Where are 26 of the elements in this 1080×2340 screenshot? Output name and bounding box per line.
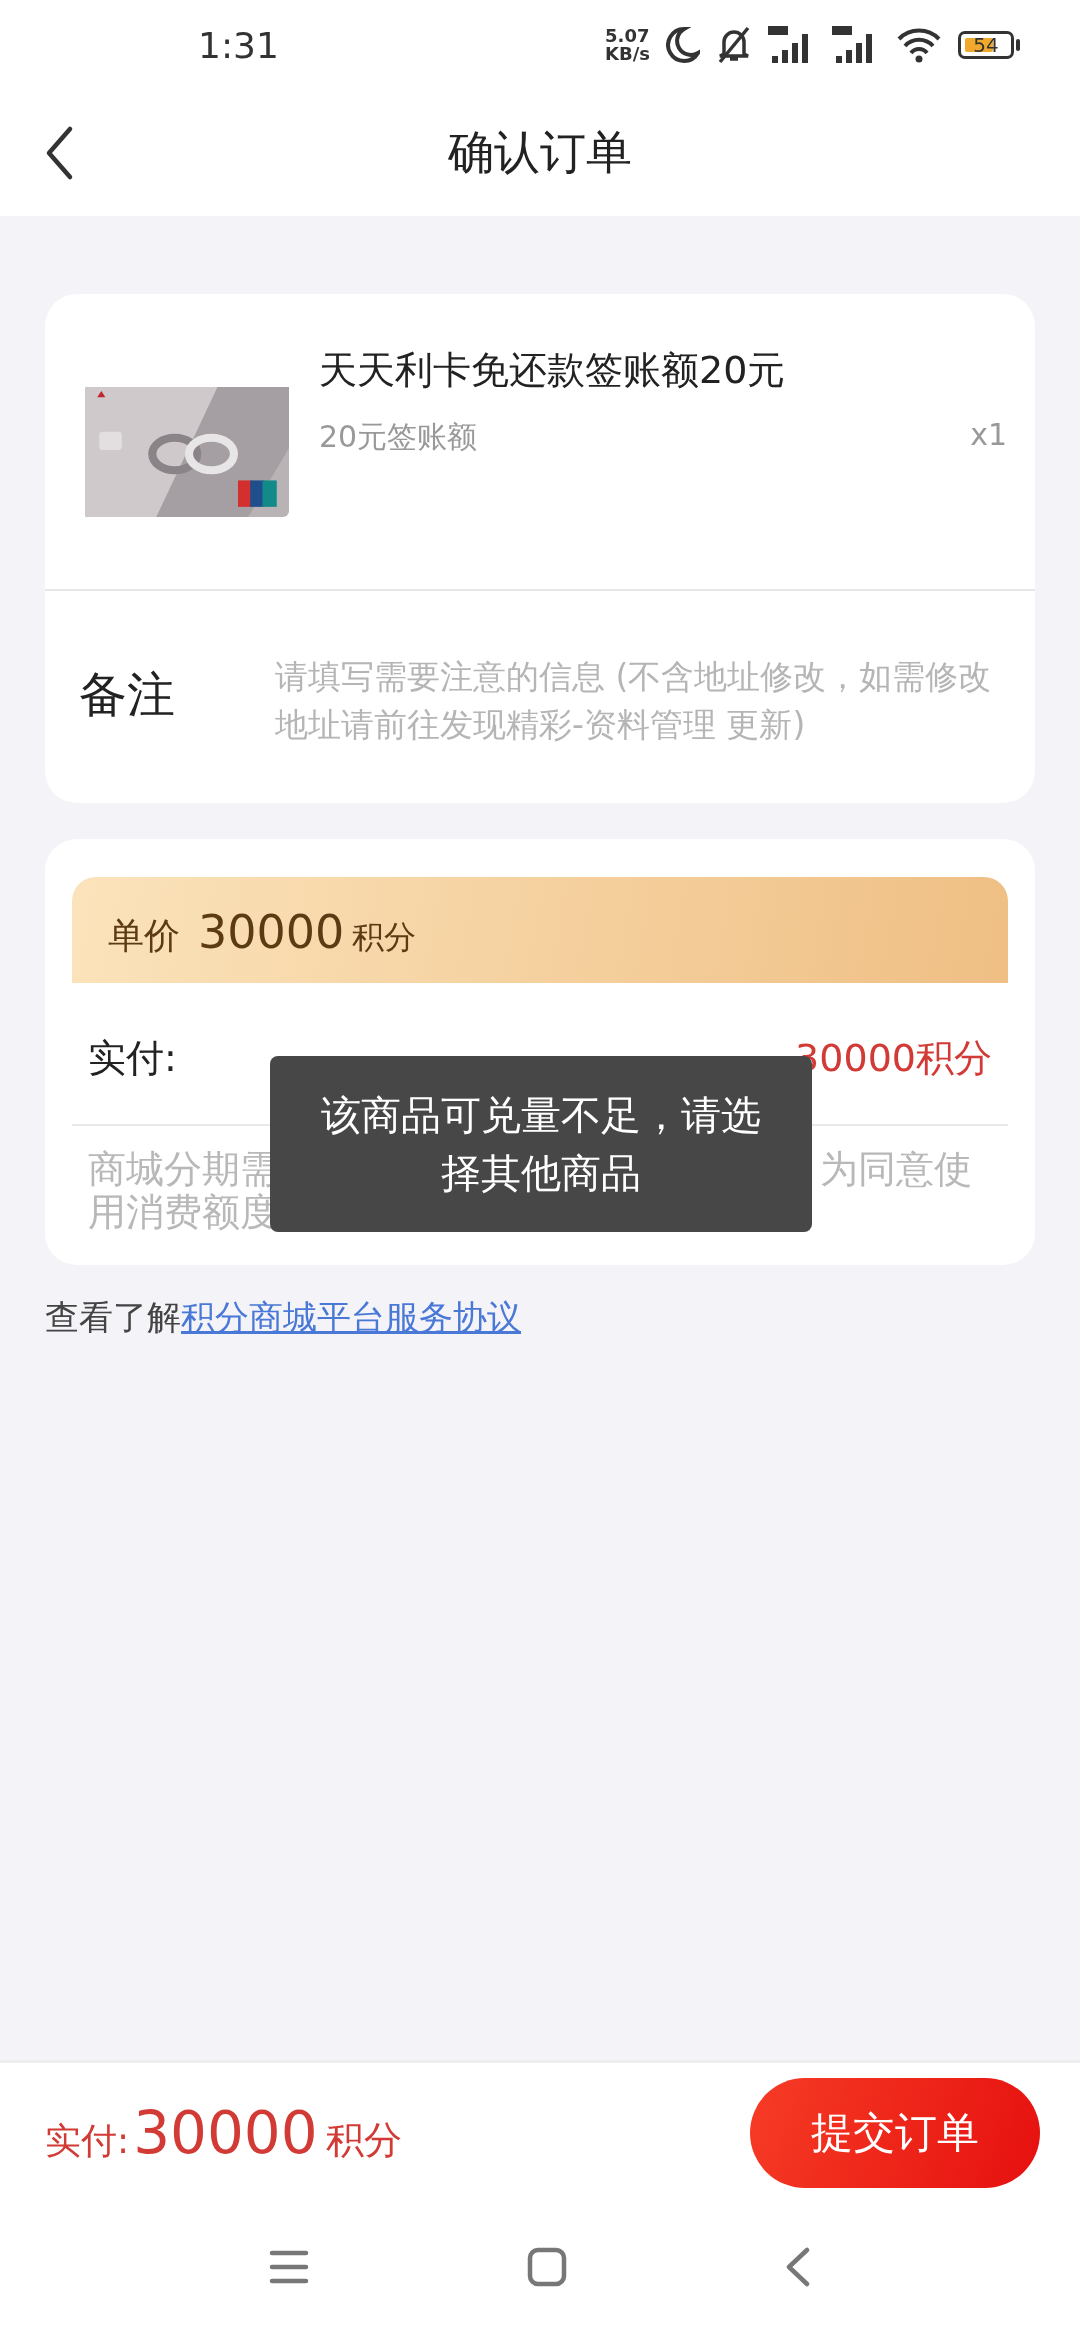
network-speed-unit: KB/s [605, 45, 650, 63]
total-amount: 30000 [133, 2099, 318, 2167]
moon-icon [666, 27, 700, 63]
product-name: 天天利卡免还款签账额20元 [319, 347, 787, 394]
unit-price-unit: 积分 [352, 916, 417, 958]
back-icon[interactable] [44, 125, 74, 181]
page-title: 确认订单 [448, 124, 632, 181]
total-unit: 积分 [325, 2117, 402, 2164]
unit-price: 30000 [198, 904, 345, 959]
remark-field[interactable]: 请填写需要注意的信息 (不含地址修改，如需修改地址请前往发现精彩-资料管理 更新) [275, 653, 995, 749]
remark-label: 备注 [79, 665, 175, 724]
network-speed: 5.07 [605, 27, 650, 45]
home-icon[interactable] [527, 2246, 567, 2287]
agreement-link[interactable]: 积分商城平台服务协议 [181, 1297, 521, 1338]
paid-label: 实付: [88, 1034, 177, 1082]
installment-notice: 为同意使 [820, 1147, 972, 1192]
menu-icon[interactable] [269, 2248, 309, 2285]
unit-price-label: 单价 [108, 913, 180, 958]
wifi-icon [896, 27, 942, 63]
agreement-prefix: 查看了解 [45, 1297, 181, 1338]
total-label: 实付: [45, 2119, 130, 2163]
product-spec: 20元签账额 [319, 418, 478, 457]
submit-order-button[interactable]: 提交订单 [750, 2078, 1040, 2188]
quantity: x1 [970, 417, 1007, 455]
status-time: 1:31 [198, 24, 279, 66]
muted-bell-icon [716, 26, 752, 64]
